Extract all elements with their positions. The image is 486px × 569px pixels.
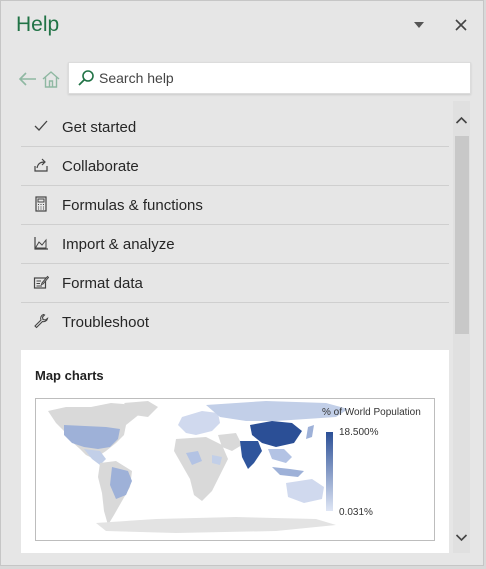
legend-title: % of World Population	[322, 407, 421, 418]
map-charts-card[interactable]: Map charts % of World Population 18.500%…	[21, 350, 449, 553]
scroll-down-icon	[455, 534, 468, 542]
chart-icon	[34, 237, 48, 250]
pane-title: Help	[16, 13, 60, 36]
world-map	[48, 401, 348, 533]
map-region-usa	[64, 425, 120, 449]
topic-import-analyze[interactable]: Import & analyze	[21, 225, 449, 264]
topic-label: Import & analyze	[62, 236, 175, 253]
scroll-thumb[interactable]	[455, 136, 469, 334]
map-region-europe	[178, 411, 220, 435]
topic-format-data[interactable]: Format data	[21, 264, 449, 303]
wrench-icon	[34, 313, 49, 329]
home-button[interactable]	[41, 69, 61, 89]
back-button[interactable]	[18, 70, 38, 88]
legend-gradient	[326, 432, 333, 511]
close-icon	[455, 19, 467, 31]
format-icon	[33, 275, 49, 289]
topic-label: Collaborate	[62, 158, 139, 175]
help-topics-list: Get started Collaborate Formulas & funct…	[21, 108, 449, 341]
scroll-up-button[interactable]	[453, 113, 470, 127]
topic-formulas-functions[interactable]: Formulas & functions	[21, 186, 449, 225]
map-chart-thumbnail: % of World Population 18.500% 0.031%	[35, 398, 435, 541]
scroll-up-icon	[455, 116, 468, 124]
vertical-scrollbar[interactable]	[453, 101, 470, 553]
search-icon	[78, 70, 94, 86]
home-icon	[42, 71, 60, 88]
card-title: Map charts	[35, 368, 104, 383]
search-box[interactable]	[68, 62, 471, 94]
topic-label: Get started	[62, 119, 137, 136]
topic-troubleshoot[interactable]: Troubleshoot	[21, 303, 449, 341]
map-region-southeast-asia	[268, 449, 292, 463]
topic-collaborate[interactable]: Collaborate	[21, 147, 449, 186]
map-region-india	[240, 441, 262, 469]
topic-get-started[interactable]: Get started	[21, 108, 449, 147]
back-arrow-icon	[18, 72, 36, 86]
chevron-down-icon	[414, 22, 424, 28]
topic-label: Formulas & functions	[62, 197, 203, 214]
topic-label: Troubleshoot	[62, 314, 149, 331]
map-region-antarctica	[96, 517, 336, 533]
help-pane: Help Get started	[0, 0, 484, 566]
search-input[interactable]	[99, 66, 459, 90]
close-button[interactable]	[451, 15, 471, 35]
checkmark-icon	[34, 120, 48, 131]
topic-label: Format data	[62, 275, 143, 292]
map-region-japan	[306, 425, 314, 439]
scroll-down-button[interactable]	[453, 531, 470, 545]
pane-options-button[interactable]	[409, 15, 429, 35]
map-region-australia	[286, 479, 324, 503]
map-region-africa	[174, 437, 228, 501]
legend-min-value: 0.031%	[339, 507, 373, 518]
share-icon	[34, 158, 48, 172]
map-region-indonesia	[272, 467, 304, 477]
legend-max-value: 18.500%	[339, 427, 379, 438]
calculator-icon	[35, 196, 47, 212]
